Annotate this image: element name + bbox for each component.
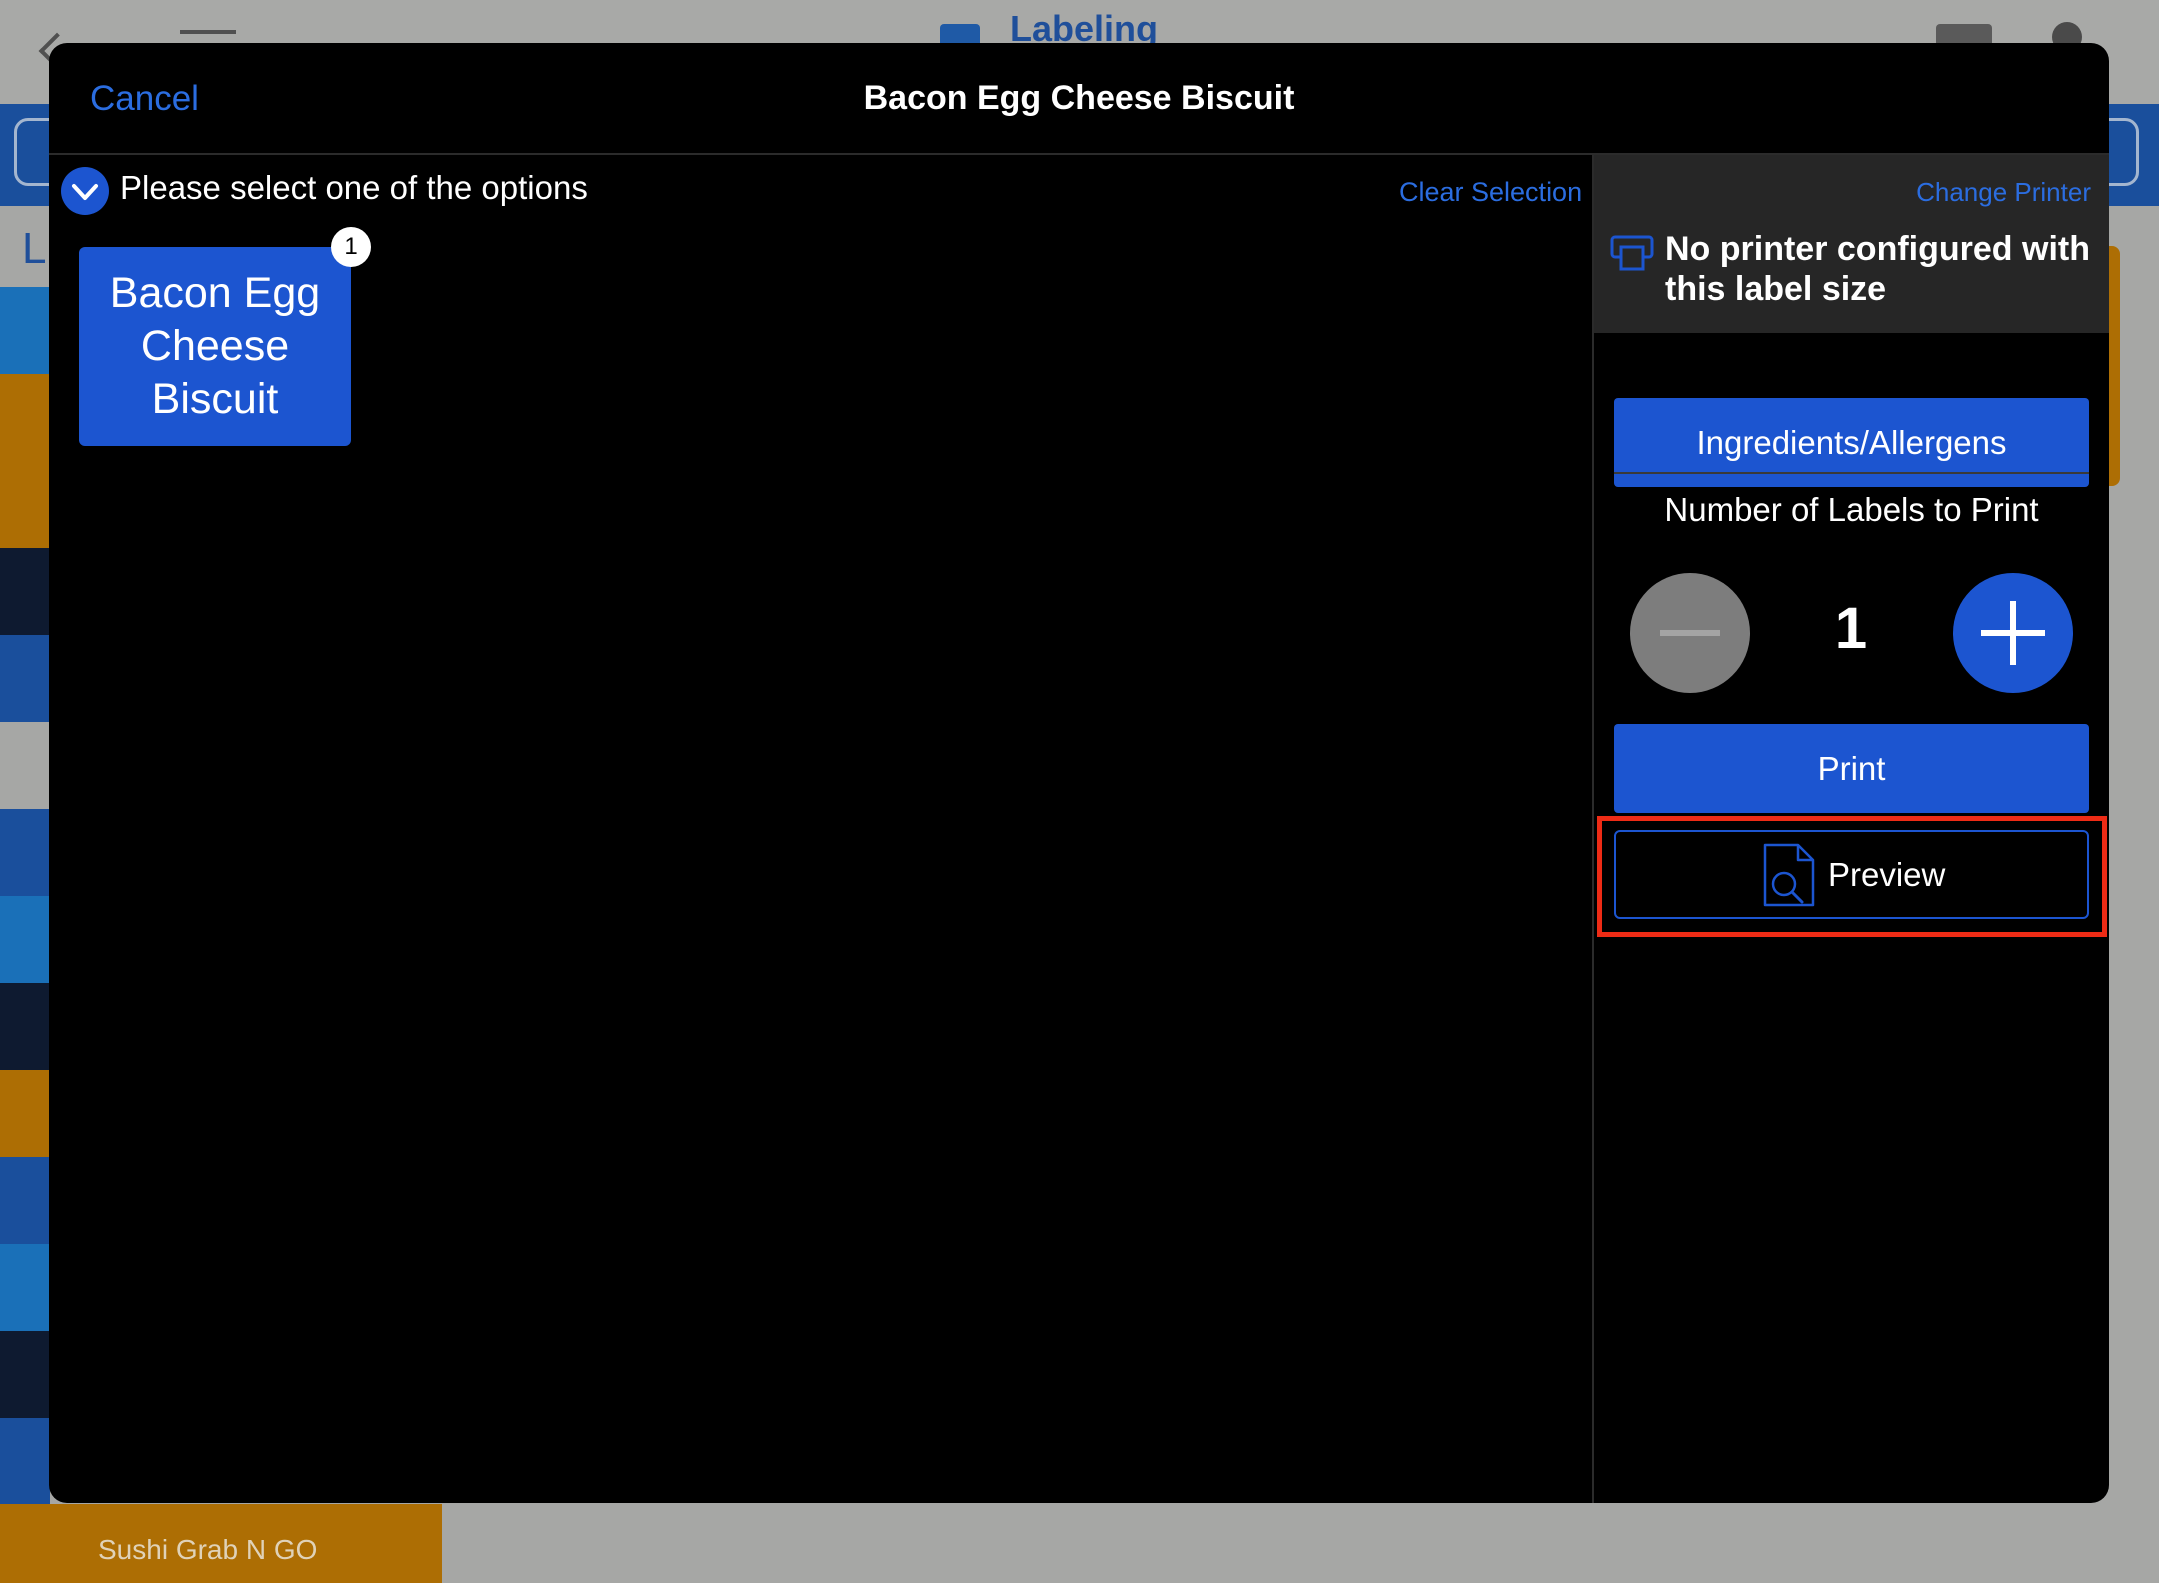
category-strip [0, 1331, 50, 1418]
printer-icon [1610, 235, 1654, 271]
category-tile: Sushi Grab N GO [0, 1504, 442, 1583]
chevron-down-icon[interactable] [61, 167, 109, 215]
clear-selection-link[interactable]: Clear Selection [1399, 177, 1582, 208]
category-strip [0, 548, 50, 635]
change-printer-link[interactable]: Change Printer [1916, 177, 2091, 208]
preview-button[interactable]: Preview [1614, 830, 2089, 919]
section-letter: L [22, 224, 47, 273]
category-strip [0, 1244, 50, 1331]
document-search-icon [1763, 843, 1815, 907]
divider [1614, 472, 2089, 474]
option-tile-line: Biscuit [151, 375, 279, 423]
category-strip [0, 287, 50, 374]
category-strip [0, 374, 50, 461]
modal-header: Cancel Bacon Egg Cheese Biscuit [49, 43, 2109, 155]
label-print-modal: Cancel Bacon Egg Cheese Biscuit Please s… [49, 43, 2109, 1503]
category-strip [0, 896, 50, 983]
options-pane: Please select one of the options Clear S… [49, 155, 1594, 1503]
category-tile-edge [2108, 246, 2120, 486]
option-tile-line: Bacon Egg [109, 269, 321, 317]
print-button[interactable]: Print [1614, 724, 2089, 813]
preview-button-label: Preview [1828, 856, 1946, 893]
selection-count-badge: 1 [331, 227, 371, 267]
category-strip [0, 1157, 50, 1244]
option-tile[interactable]: Bacon Egg Cheese Biscuit [79, 247, 351, 446]
print-pane: Change Printer No printer configured wit… [1594, 155, 2109, 1503]
modal-title: Bacon Egg Cheese Biscuit [863, 79, 1295, 117]
category-strip [0, 722, 50, 809]
option-tile-line: Cheese [140, 322, 290, 370]
category-strip [0, 635, 50, 722]
category-tile-label: Sushi Grab N GO [98, 1534, 318, 1565]
category-strip [0, 809, 50, 896]
category-strip [0, 1070, 50, 1157]
printer-status-message: No printer configured with this label si… [1665, 230, 2090, 308]
menu-icon [180, 30, 236, 34]
options-prompt: Please select one of the options [120, 169, 588, 206]
labels-count-heading: Number of Labels to Print [1664, 491, 2039, 528]
label-count: 1 [1834, 596, 1868, 661]
decrement-button[interactable] [1630, 573, 1750, 693]
increment-button[interactable] [1953, 573, 2073, 693]
printer-status-box: Change Printer No printer configured wit… [1594, 155, 2109, 333]
category-strip [0, 1418, 50, 1505]
category-strip [0, 461, 50, 548]
category-strip [0, 983, 50, 1070]
